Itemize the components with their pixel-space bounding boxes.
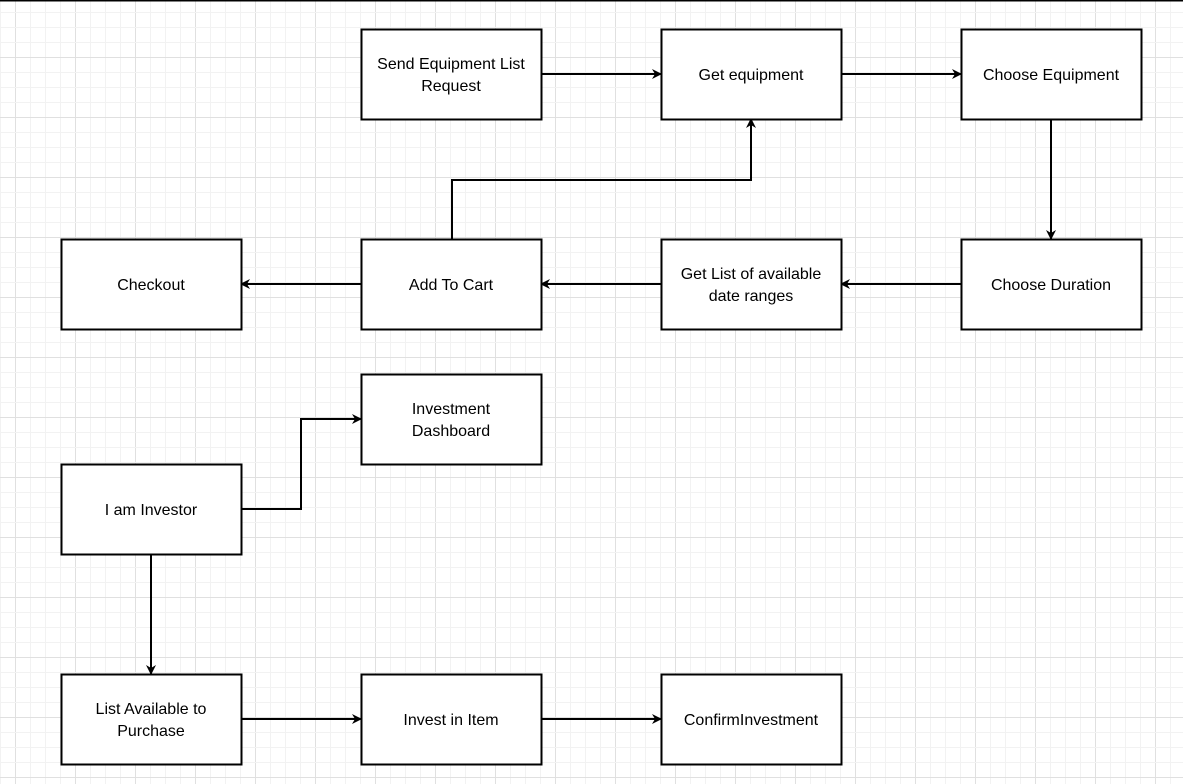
node-investment-dashboard[interactable]: Investment Dashboard (360, 373, 543, 466)
node-box[interactable] (660, 238, 843, 331)
node-add-to-cart[interactable]: Add To Cart (360, 238, 543, 331)
node-label: Request (421, 78, 481, 95)
node-label: Invest in Item (403, 712, 498, 729)
node-checkout[interactable]: Checkout (60, 238, 243, 331)
node-label: Checkout (117, 277, 185, 294)
node-send-request[interactable]: Send Equipment List Request (360, 28, 543, 121)
node-label: Get equipment (699, 67, 805, 84)
node-box[interactable] (360, 28, 543, 121)
node-label: Get List of available (681, 266, 822, 283)
node-label: Send Equipment List (377, 56, 525, 73)
node-label: date ranges (709, 288, 794, 305)
diagram-canvas: Send Equipment List Request Get equipment C… (0, 0, 1183, 784)
node-invest-in-item[interactable]: Invest in Item (360, 673, 543, 766)
node-label: List Available to (96, 701, 207, 718)
node-list-available[interactable]: List Available to Purchase (60, 673, 243, 766)
node-label: I am Investor (105, 502, 198, 519)
node-label: Dashboard (412, 423, 490, 440)
node-label: Investment (412, 401, 491, 418)
node-label: Purchase (117, 723, 185, 740)
node-label: Choose Equipment (983, 67, 1120, 84)
node-label: ConfirmInvestment (684, 712, 819, 729)
node-box[interactable] (60, 673, 243, 766)
node-i-am-investor[interactable]: I am Investor (60, 463, 243, 556)
nodes: Send Equipment List Request Get equipment C… (60, 28, 1143, 766)
node-confirm-investment[interactable]: ConfirmInvestment (660, 673, 843, 766)
node-get-date-ranges[interactable]: Get List of available date ranges (660, 238, 843, 331)
node-get-equipment[interactable]: Get equipment (660, 28, 843, 121)
node-label: Choose Duration (991, 277, 1111, 294)
node-choose-equipment[interactable]: Choose Equipment (960, 28, 1143, 121)
node-label: Add To Cart (409, 277, 494, 294)
node-choose-duration[interactable]: Choose Duration (960, 238, 1143, 331)
edge-add-to-cart-to-get-equipment[interactable] (451, 118, 756, 239)
node-box[interactable] (360, 373, 543, 466)
